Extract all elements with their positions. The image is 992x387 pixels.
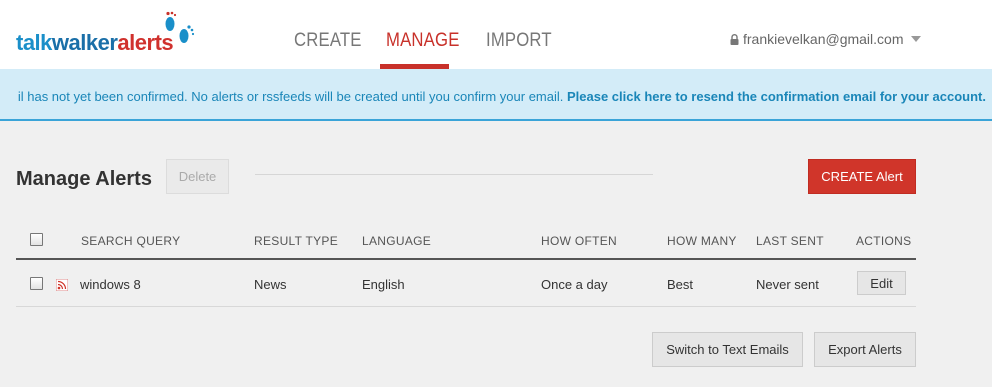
talkwalker-alerts-logo[interactable]: talkwalkeralerts (16, 10, 206, 60)
column-header-how-often[interactable]: HOW OFTEN (541, 234, 617, 248)
cell-last-sent: Never sent (756, 277, 819, 292)
row-select-checkbox[interactable] (30, 277, 43, 290)
create-alert-button[interactable]: CREATE Alert (808, 159, 916, 194)
cell-how-often: Once a day (541, 277, 608, 292)
header: talkwalkeralerts CREATE MANAGE IMPORT fr… (0, 0, 992, 69)
resend-confirmation-link[interactable]: Please click here to resend the confirma… (567, 89, 986, 104)
banner-text: il has not yet been confirmed. No alerts… (18, 89, 986, 104)
user-email: frankievelkan@gmail.com (743, 31, 904, 47)
column-header-how-many[interactable]: HOW MANY (667, 234, 737, 248)
column-header-last-sent[interactable]: LAST SENT (756, 234, 824, 248)
user-menu[interactable]: frankievelkan@gmail.com (730, 31, 921, 47)
export-alerts-button[interactable]: Export Alerts (814, 332, 916, 367)
logo-text-alerts: alerts (117, 30, 174, 55)
nav-import[interactable]: IMPORT (486, 30, 552, 52)
banner-message: il has not yet been confirmed. No alerts… (17, 89, 567, 104)
select-all-checkbox[interactable] (30, 233, 43, 246)
switch-to-text-emails-button[interactable]: Switch to Text Emails (652, 332, 803, 367)
edit-button[interactable]: Edit (857, 271, 906, 295)
chevron-down-icon (910, 36, 921, 42)
delete-button[interactable]: Delete (166, 159, 229, 194)
column-header-search-query[interactable]: SEARCH QUERY (81, 234, 180, 248)
cell-search-query: windows 8 (80, 277, 141, 292)
logo-text: talkwalkeralerts (16, 30, 174, 56)
column-header-result-type[interactable]: RESULT TYPE (254, 234, 338, 248)
confirmation-banner: il has not yet been confirmed. No alerts… (0, 69, 992, 121)
column-header-language[interactable]: LANGUAGE (362, 234, 431, 248)
nav-create[interactable]: CREATE (294, 30, 362, 52)
cell-how-many: Best (667, 277, 694, 292)
cell-language: English (362, 277, 405, 292)
cell-result-type: News (254, 277, 287, 292)
nav-manage[interactable]: MANAGE (386, 30, 460, 52)
logo-text-talk: talk (16, 30, 52, 55)
page-title: Manage Alerts (16, 168, 152, 190)
alerts-table-header: SEARCH QUERY RESULT TYPE LANGUAGE HOW OF… (16, 222, 916, 260)
column-header-actions: ACTIONS (856, 234, 912, 248)
lock-icon (730, 33, 739, 45)
divider (255, 174, 653, 175)
logo-text-walker: walker (51, 30, 118, 55)
rss-feed-icon[interactable] (56, 279, 68, 291)
table-row: windows 8 News English Once a day Best N… (16, 262, 916, 307)
